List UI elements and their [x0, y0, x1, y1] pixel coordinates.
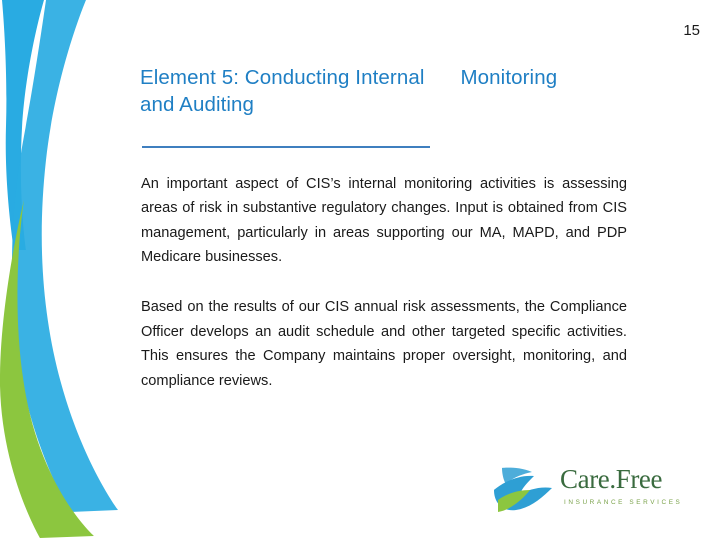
- carefree-logo: Care.Free INSURANCE SERVICES: [488, 460, 702, 522]
- logo-wordmark: Care.Free: [560, 464, 663, 494]
- body-paragraph-1: An important aspect of CIS’s internal mo…: [141, 176, 627, 266]
- title-line2: and Auditing: [140, 93, 255, 117]
- logo-tagline: INSURANCE SERVICES: [564, 499, 683, 506]
- slide: 15 Element 5: Conducting Internal Monitor…: [0, 0, 720, 540]
- body-paragraph-2: Based on the results of our CIS annual r…: [141, 299, 627, 389]
- slide-number: 15: [683, 22, 700, 39]
- slide-body: An important aspect of CIS’s internal mo…: [141, 172, 627, 393]
- slide-title: Element 5: Conducting Internal Monitoring…: [140, 64, 700, 118]
- title-underline-rule: [142, 146, 430, 148]
- title-line1-part2: Monitoring: [460, 66, 558, 89]
- title-line1-part1: Element 5: Conducting Internal: [140, 66, 425, 89]
- decorative-swoosh-graphic: [0, 0, 118, 538]
